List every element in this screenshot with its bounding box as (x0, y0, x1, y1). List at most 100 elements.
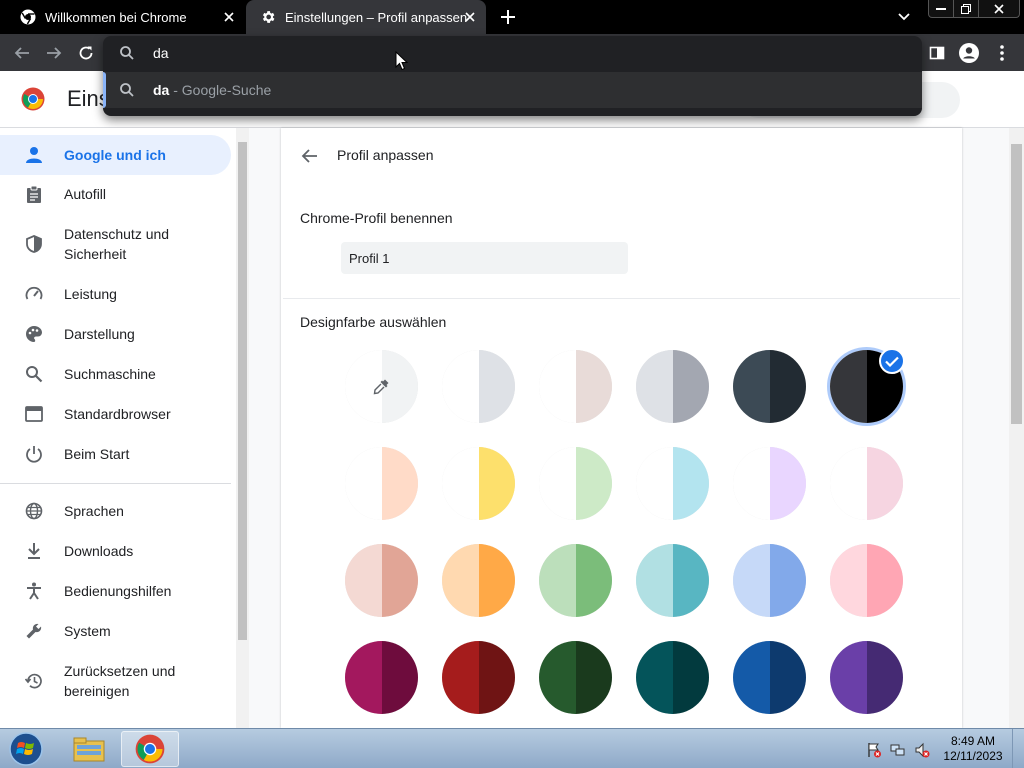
sidebar-item-label: Autofill (64, 186, 107, 202)
sidebar-item[interactable]: Standardbrowser (0, 394, 231, 434)
flag-warning-tray-icon[interactable] (866, 742, 882, 758)
sidebar-item[interactable]: Downloads (0, 531, 231, 571)
sidebar-item[interactable]: Suchmaschine (0, 354, 231, 394)
browser-window-icon (24, 404, 44, 424)
sidebar-item[interactable]: Autofill (0, 174, 231, 214)
tab-title: Einstellungen – Profil anpassen (285, 9, 468, 25)
color-swatch[interactable] (442, 350, 515, 423)
color-swatch[interactable] (539, 350, 612, 423)
sidebar-item-label: Bedienungshilfen (64, 583, 172, 599)
color-swatch[interactable] (539, 544, 612, 617)
restore-window-icon[interactable] (953, 0, 979, 18)
address-bar-input[interactable] (153, 43, 853, 63)
download-icon (24, 541, 44, 561)
color-swatch[interactable] (733, 447, 806, 520)
close-tab-icon[interactable] (221, 9, 237, 25)
mouse-cursor-icon (395, 51, 409, 71)
volume-muted-tray-icon[interactable] (914, 742, 930, 758)
profile-name-input[interactable] (341, 242, 628, 274)
close-tab-icon[interactable] (462, 9, 478, 25)
forward-arrow-icon[interactable] (43, 42, 65, 64)
power-icon (24, 444, 44, 464)
sidebar-item-label: Beim Start (64, 446, 130, 462)
reload-icon[interactable] (75, 42, 97, 64)
sidebar-item[interactable]: System (0, 611, 231, 651)
back-arrow-icon[interactable] (11, 42, 33, 64)
color-swatch[interactable] (636, 447, 709, 520)
profile-avatar-icon[interactable] (958, 42, 980, 64)
close-window-icon[interactable] (978, 0, 1020, 18)
clock-time: 8:49 AM (950, 734, 996, 748)
color-swatch[interactable] (636, 350, 709, 423)
profile-name-label: Chrome-Profil benennen (300, 210, 453, 226)
custom-color-swatch[interactable] (345, 350, 418, 423)
color-swatch[interactable] (830, 641, 903, 714)
start-button[interactable] (6, 730, 46, 768)
color-swatch[interactable] (733, 350, 806, 423)
sidebar-item-label: Standardbrowser (64, 406, 171, 422)
network-tray-icon[interactable] (890, 742, 906, 758)
sidebar-item[interactable]: Darstellung (0, 314, 231, 354)
sidebar-item-label: Darstellung (64, 326, 135, 342)
search-icon (120, 83, 134, 97)
color-swatch[interactable] (345, 544, 418, 617)
clock-date: 12/11/2023 (943, 749, 1003, 763)
color-swatch[interactable] (442, 641, 515, 714)
back-arrow-icon[interactable] (300, 146, 320, 166)
sidebar-item-label: Zurücksetzen und bereinigen (64, 663, 176, 699)
sidebar-item-label: Suchmaschine (64, 366, 156, 382)
sidebar-divider (0, 483, 231, 484)
shield-icon (24, 234, 44, 254)
color-swatch[interactable] (830, 544, 903, 617)
sidebar-item[interactable]: Beim Start (0, 434, 231, 474)
sidebar-scrollbar[interactable] (236, 128, 249, 728)
sidebar-item[interactable]: Bedienungshilfen (0, 571, 231, 611)
accessibility-icon (24, 581, 44, 601)
color-swatch[interactable] (733, 641, 806, 714)
palette-icon (24, 324, 44, 344)
restore-icon (24, 671, 44, 691)
selected-check-icon (879, 348, 905, 374)
gear-icon (260, 9, 276, 25)
globe-icon (24, 501, 44, 521)
new-tab-icon[interactable] (499, 8, 517, 26)
tab-settings[interactable]: Einstellungen – Profil anpassen (246, 0, 486, 34)
main-scrollbar-thumb[interactable] (1011, 144, 1022, 424)
taskbar-clock[interactable]: 8:49 AM 12/11/2023 (940, 734, 1006, 764)
show-desktop-button[interactable] (1012, 729, 1024, 768)
tab-welcome[interactable]: Willkommen bei Chrome (0, 0, 245, 34)
sidebar-item[interactable]: Google und ich (0, 135, 231, 175)
color-swatch[interactable] (345, 641, 418, 714)
sidebar-item[interactable]: Sprachen (0, 491, 231, 531)
sidebar-item-label: Leistung (64, 286, 117, 302)
omnibox-suggestion[interactable]: da - Google-Suche (103, 72, 922, 108)
main-scrollbar[interactable] (1009, 128, 1024, 728)
sidebar-scrollbar-thumb[interactable] (238, 142, 247, 640)
color-swatch[interactable] (539, 641, 612, 714)
suggestion-highlight (103, 72, 106, 108)
color-swatch[interactable] (442, 544, 515, 617)
color-swatch[interactable] (830, 447, 903, 520)
color-swatch[interactable] (442, 447, 515, 520)
minimize-window-icon[interactable] (928, 0, 954, 18)
chrome-taskbar-icon[interactable] (121, 731, 179, 767)
color-swatch[interactable] (636, 544, 709, 617)
color-swatch[interactable] (733, 544, 806, 617)
sidebar-item[interactable]: Datenschutz und Sicherheit (0, 214, 231, 274)
more-menu-icon[interactable] (991, 42, 1013, 64)
chrome-favicon-icon (20, 9, 36, 25)
side-panel-icon[interactable] (926, 42, 948, 64)
omnibox-input-row (103, 36, 922, 70)
sidebar-item[interactable]: Zurücksetzen und bereinigen (0, 651, 231, 711)
color-swatch[interactable] (345, 447, 418, 520)
eyedropper-icon (373, 379, 389, 395)
sidebar-item[interactable]: Leistung (0, 274, 231, 314)
color-swatch[interactable] (539, 447, 612, 520)
sidebar-item-label: Sprachen (64, 503, 124, 519)
file-explorer-taskbar-icon[interactable] (60, 731, 118, 767)
page-title: Profil anpassen (337, 147, 434, 163)
chevron-down-icon[interactable] (895, 8, 913, 26)
color-swatch[interactable] (636, 641, 709, 714)
person-icon (24, 145, 44, 165)
search-icon (120, 46, 134, 60)
